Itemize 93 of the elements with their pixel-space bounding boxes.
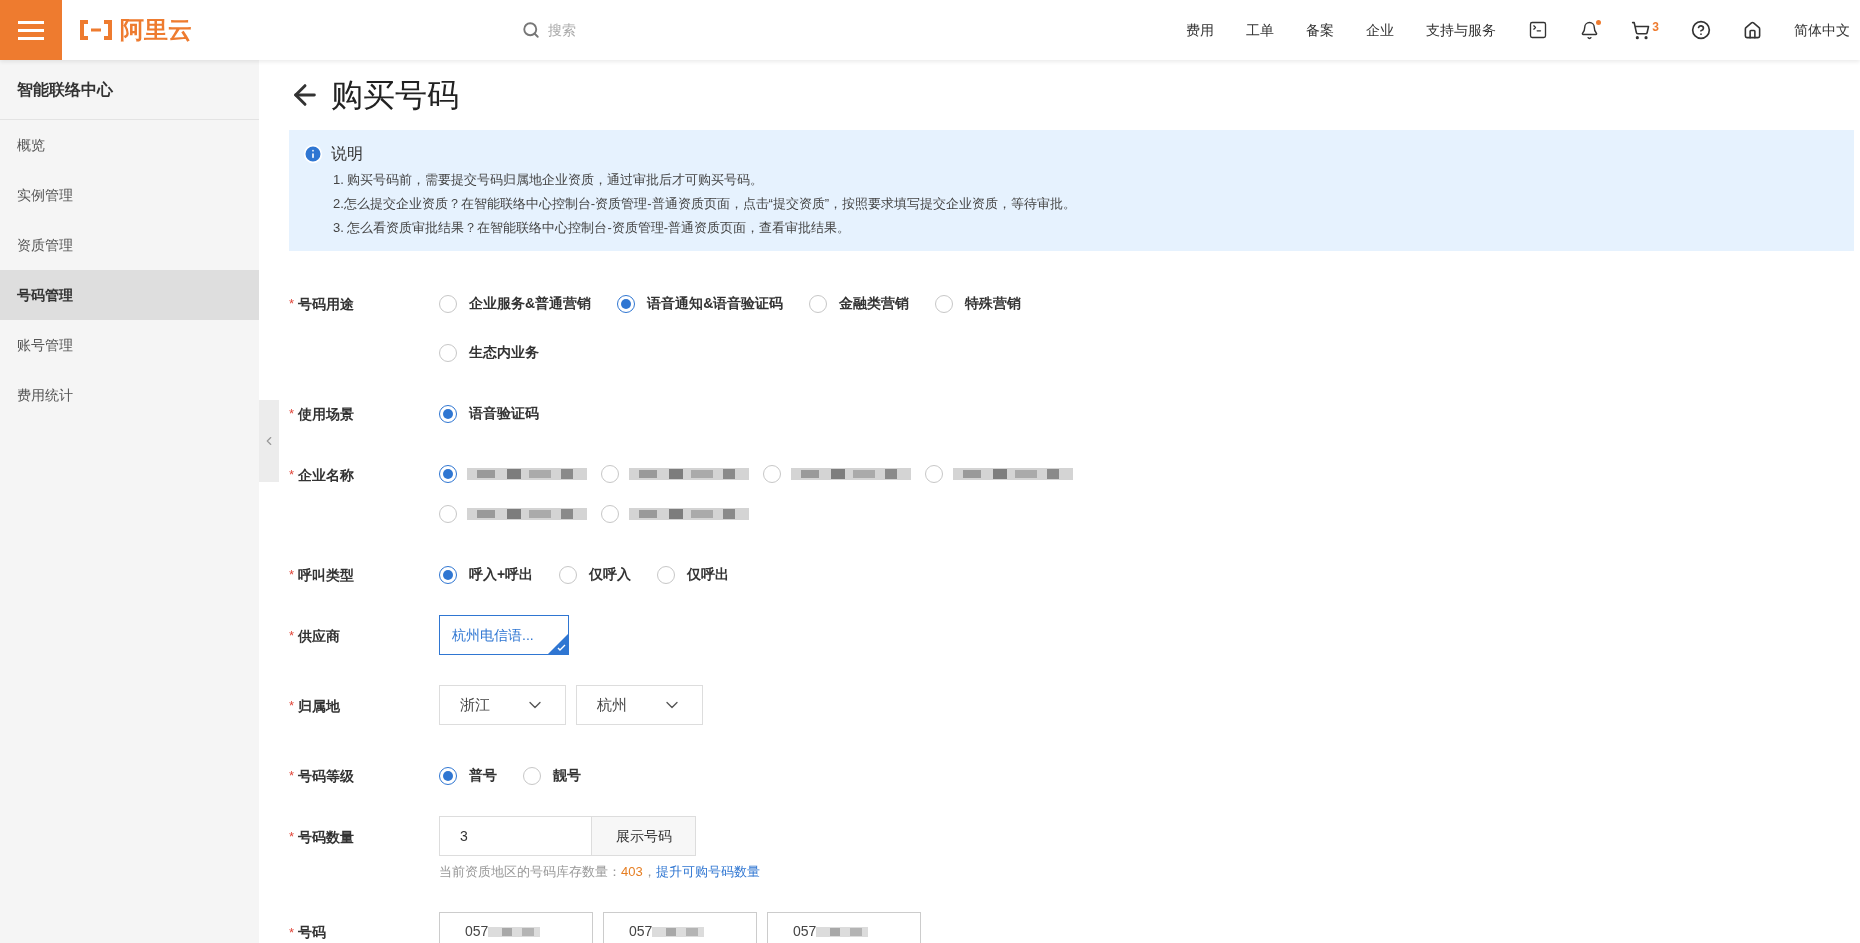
radio-label[interactable]: 仅呼出 [687, 564, 730, 585]
required-mark: * [289, 923, 295, 942]
radio-button[interactable] [601, 505, 619, 523]
show-numbers-button[interactable]: 展示号码 [592, 816, 696, 856]
search-field[interactable]: 搜索 [548, 19, 848, 41]
field-label: 使用场景 [298, 404, 355, 424]
sidebar-item[interactable]: 账号管理 [0, 320, 259, 370]
sidebar-title: 智能联络中心 [17, 79, 113, 100]
bell-icon[interactable] [1580, 20, 1600, 40]
search-icon [522, 21, 540, 39]
raise-quota-link[interactable]: 提升可购号码数量 [655, 864, 760, 879]
radio-button[interactable] [809, 294, 828, 313]
radio-label[interactable]: 金融类营销 [839, 293, 910, 314]
radio-label[interactable]: 靓号 [553, 765, 581, 786]
number-option[interactable]: 057 [603, 911, 757, 943]
sidebar-item[interactable]: 号码管理 [0, 270, 259, 320]
sidebar-item[interactable]: 费用统计 [0, 370, 259, 420]
number-prefix: 057 [465, 922, 489, 941]
radio-button[interactable] [559, 565, 578, 584]
radio-label[interactable]: 普号 [469, 765, 497, 786]
sidebar-item[interactable]: 实例管理 [0, 170, 259, 220]
field-label: 号码数量 [298, 827, 355, 847]
radio-label[interactable]: 语音验证码 [469, 403, 539, 424]
required-mark: * [289, 466, 295, 485]
radio-label[interactable]: 仅呼入 [589, 564, 632, 585]
required-mark: * [289, 627, 295, 646]
cart-count: 3 [1652, 19, 1659, 36]
required-mark: * [289, 295, 295, 314]
notice-line: 3. 怎么看资质审批结果？在智能联络中心控制台-资质管理-普通资质页面，查看审批结果。 [333, 219, 852, 237]
radio-button[interactable] [439, 565, 457, 584]
nav-link[interactable]: 费用 [1186, 19, 1215, 41]
field-label: 号码用途 [298, 294, 355, 314]
required-mark: * [289, 697, 295, 716]
nav-link[interactable]: 工单 [1246, 19, 1275, 41]
radio-label[interactable]: 生态内业务 [469, 342, 539, 363]
radio-label[interactable]: 企业服务&普通营销 [469, 293, 592, 314]
radio-label[interactable]: 语音通知&语音验证码 [647, 293, 784, 314]
help-icon[interactable] [1691, 20, 1711, 40]
radio-button[interactable] [617, 294, 636, 313]
field-label: 呼叫类型 [298, 565, 355, 585]
radio-button[interactable] [439, 404, 457, 423]
cart-icon[interactable] [1631, 20, 1651, 40]
notice-line: 1. 购买号码前，需要提交号码归属地企业资质，通过审批后才可购买号码。 [333, 171, 765, 189]
field-label: 号码 [298, 923, 327, 942]
radio-button[interactable] [763, 465, 781, 483]
select-field[interactable]: 浙江 [439, 685, 566, 725]
required-mark: * [289, 828, 295, 847]
stock-hint: 当前资质地区的号码库存数量：403，提升可购号码数量 [439, 863, 760, 881]
radio-button[interactable] [439, 294, 457, 313]
check-corner-icon [548, 634, 568, 654]
language-link[interactable]: 简体中文 [1794, 19, 1850, 41]
number-prefix: 057 [793, 922, 817, 941]
blurred-digits [816, 924, 869, 939]
radio-button[interactable] [935, 294, 954, 313]
radio-button[interactable] [601, 465, 619, 483]
sidebar-item[interactable]: 资质管理 [0, 220, 259, 270]
home-icon[interactable] [1743, 20, 1762, 40]
page-title: 购买号码 [331, 76, 459, 115]
radio-button[interactable] [657, 565, 676, 584]
info-icon [303, 144, 323, 164]
required-mark: * [289, 566, 295, 585]
nav-link[interactable]: 企业 [1366, 19, 1395, 41]
number-prefix: 057 [629, 922, 653, 941]
blurred-digits [652, 924, 705, 939]
radio-button[interactable] [439, 766, 457, 785]
terminal-icon[interactable] [1528, 20, 1549, 40]
quantity-input[interactable]: 3 [439, 816, 592, 856]
field-label: 企业名称 [298, 465, 355, 485]
field-label: 供应商 [298, 626, 341, 646]
notice-title: 说明 [331, 144, 363, 164]
blurred-digits [488, 924, 541, 939]
radio-button[interactable] [523, 766, 541, 785]
field-label: 归属地 [298, 696, 341, 716]
radio-button[interactable] [439, 465, 457, 483]
radio-button[interactable] [439, 505, 457, 523]
nav-link[interactable]: 备案 [1306, 19, 1335, 41]
radio-button[interactable] [439, 343, 457, 362]
notice-line: 2.怎么提交企业资质？在智能联络中心控制台-资质管理-普通资质页面，点击“提交资质”，按照要求填写提交企业资质，等待审批。 [333, 195, 1078, 213]
number-option[interactable]: 057 [439, 911, 593, 943]
supplier-card[interactable]: 杭州电信语... [439, 615, 569, 655]
required-mark: * [289, 405, 295, 424]
number-option[interactable]: 057 [767, 911, 921, 943]
radio-label[interactable]: 呼入+呼出 [469, 564, 534, 585]
collapse-handle[interactable] [259, 400, 279, 482]
select-field[interactable]: 杭州 [576, 685, 703, 725]
field-label: 号码等级 [298, 766, 355, 786]
sidebar-item[interactable]: 概览 [0, 120, 259, 170]
nav-link[interactable]: 支持与服务 [1426, 19, 1497, 41]
radio-label[interactable]: 特殊营销 [965, 293, 1022, 314]
menu-button[interactable] [0, 0, 62, 60]
radio-button[interactable] [925, 465, 943, 483]
logo-icon [78, 19, 114, 41]
required-mark: * [289, 767, 295, 786]
